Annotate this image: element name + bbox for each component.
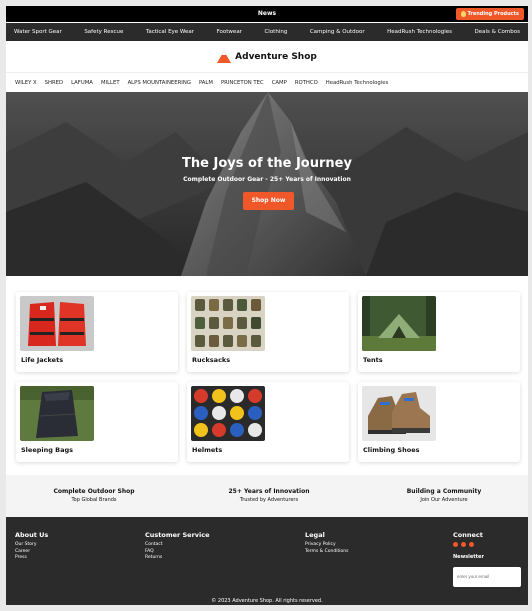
feature-community: Building a Community Join Our Adventure: [379, 488, 509, 503]
mountain-logo-icon: [217, 50, 232, 63]
rucksacks-image: [191, 296, 265, 351]
newsletter-label: Newsletter: [453, 554, 484, 560]
hero-subtitle: Complete Outdoor Gear - 25+ Years of Inn…: [183, 176, 351, 183]
brand-camp[interactable]: CAMP: [272, 80, 287, 86]
brand-alps-mountaineering[interactable]: ALPS MOUNTAINEERING: [128, 80, 191, 86]
site-name: Adventure Shop: [235, 51, 317, 62]
hero-title: The Joys of the Journey: [182, 156, 352, 171]
feature-title: Complete Outdoor Shop: [53, 488, 135, 495]
product-card-sleeping-bags[interactable]: Sleeping Bags: [16, 382, 178, 462]
product-card-life-jackets[interactable]: Life Jackets: [16, 292, 178, 372]
shop-now-button[interactable]: Shop Now: [243, 192, 294, 210]
product-card-tents[interactable]: Tents: [358, 292, 520, 372]
social-links: [453, 542, 484, 547]
brand-shred[interactable]: SHRED: [45, 80, 63, 86]
sleeping-bags-image: [20, 386, 94, 441]
fire-icon: [460, 11, 466, 17]
feature-subtitle: Join Our Adventure: [420, 497, 468, 503]
feature-subtitle: Top Global Brands: [71, 497, 117, 503]
category-nav: Water Sport Gear Safety Rescue Tactical …: [6, 23, 528, 41]
copyright: © 2023 Adventure Shop. All rights reserv…: [211, 598, 323, 604]
brand-millet[interactable]: MILLET: [101, 80, 120, 86]
category-camping-outdoor[interactable]: Camping & Outdoor: [310, 29, 365, 35]
product-card-climbing-shoes[interactable]: Climbing Shoes: [358, 382, 520, 462]
category-footwear[interactable]: Footwear: [217, 29, 242, 35]
brand-rothco[interactable]: ROTHCO: [295, 80, 318, 86]
feature-subtitle: Trusted by Adventurers: [239, 497, 299, 503]
product-label: Sleeping Bags: [21, 446, 74, 454]
footer-link-terms[interactable]: Terms & Conditions: [305, 549, 348, 556]
top-bar: News Trending Products: [6, 6, 528, 22]
category-safety-rescue[interactable]: Safety Rescue: [84, 29, 123, 35]
climbing-shoes-image: [362, 386, 436, 441]
brand-palm[interactable]: PALM: [199, 80, 213, 86]
footer: About Us Our Story Career Press Customer…: [6, 517, 528, 605]
category-tactical-eye-wear[interactable]: Tactical Eye Wear: [146, 29, 194, 35]
feature-years-innovation: 25+ Years of Innovation Trusted by Adven…: [204, 488, 334, 503]
footer-heading: Connect: [453, 531, 483, 539]
product-card-helmets[interactable]: Helmets: [187, 382, 349, 462]
trending-products-button[interactable]: Trending Products: [455, 8, 524, 20]
brand-headrush[interactable]: HeadRush Technologies: [326, 80, 388, 86]
feature-title: 25+ Years of Innovation: [228, 488, 310, 495]
product-label: Rucksacks: [192, 356, 231, 364]
tents-image: [362, 296, 436, 351]
twitter-icon[interactable]: [461, 542, 466, 547]
brand-lafuma[interactable]: LAFUMA: [71, 80, 93, 86]
category-deals-combos[interactable]: Deals & Combos: [475, 29, 520, 35]
brand-princeton-tec[interactable]: PRINCETON TEC: [221, 80, 264, 86]
mountain-hero-image: [6, 92, 528, 276]
footer-about: About Us Our Story Career Press: [15, 531, 48, 562]
page: News Trending Products Water Sport Gear …: [6, 6, 528, 605]
category-clothing[interactable]: Clothing: [264, 29, 287, 35]
product-label: Life Jackets: [21, 356, 64, 364]
site-logo[interactable]: Adventure Shop: [6, 41, 528, 73]
pinterest-icon[interactable]: [469, 542, 474, 547]
brand-nav: WILEY X SHRED LAFUMA MILLET ALPS MOUNTAI…: [6, 74, 528, 92]
footer-heading: Customer Service: [145, 531, 210, 539]
news-link[interactable]: News: [6, 6, 528, 22]
feature-title: Building a Community: [406, 488, 482, 495]
footer-customer-service: Customer Service Contact FAQ Returns: [145, 531, 210, 562]
life-jackets-image: [20, 296, 94, 351]
product-label: Tents: [363, 356, 383, 364]
category-headrush[interactable]: HeadRush Technologies: [387, 29, 452, 35]
features-strip: Complete Outdoor Shop Top Global Brands …: [6, 475, 528, 517]
footer-legal: Legal Privacy Policy Terms & Conditions: [305, 531, 348, 555]
instagram-icon[interactable]: [453, 542, 458, 547]
feature-complete-outdoor-shop: Complete Outdoor Shop Top Global Brands: [29, 488, 159, 503]
hero-banner: The Joys of the Journey Complete Outdoor…: [6, 92, 528, 276]
footer-link-returns[interactable]: Returns: [145, 555, 210, 562]
footer-heading: Legal: [305, 531, 325, 539]
brand-wiley-x[interactable]: WILEY X: [15, 80, 37, 86]
footer-connect: Connect Newsletter: [453, 531, 484, 560]
category-water-sport-gear[interactable]: Water Sport Gear: [14, 29, 62, 35]
product-card-rucksacks[interactable]: Rucksacks: [187, 292, 349, 372]
product-label: Climbing Shoes: [363, 446, 420, 454]
newsletter-email-input[interactable]: [453, 567, 521, 587]
helmets-image: [191, 386, 265, 441]
product-label: Helmets: [192, 446, 223, 454]
footer-heading: About Us: [15, 531, 49, 539]
trending-products-label: Trending Products: [467, 11, 519, 17]
footer-link-press[interactable]: Press: [15, 555, 48, 562]
